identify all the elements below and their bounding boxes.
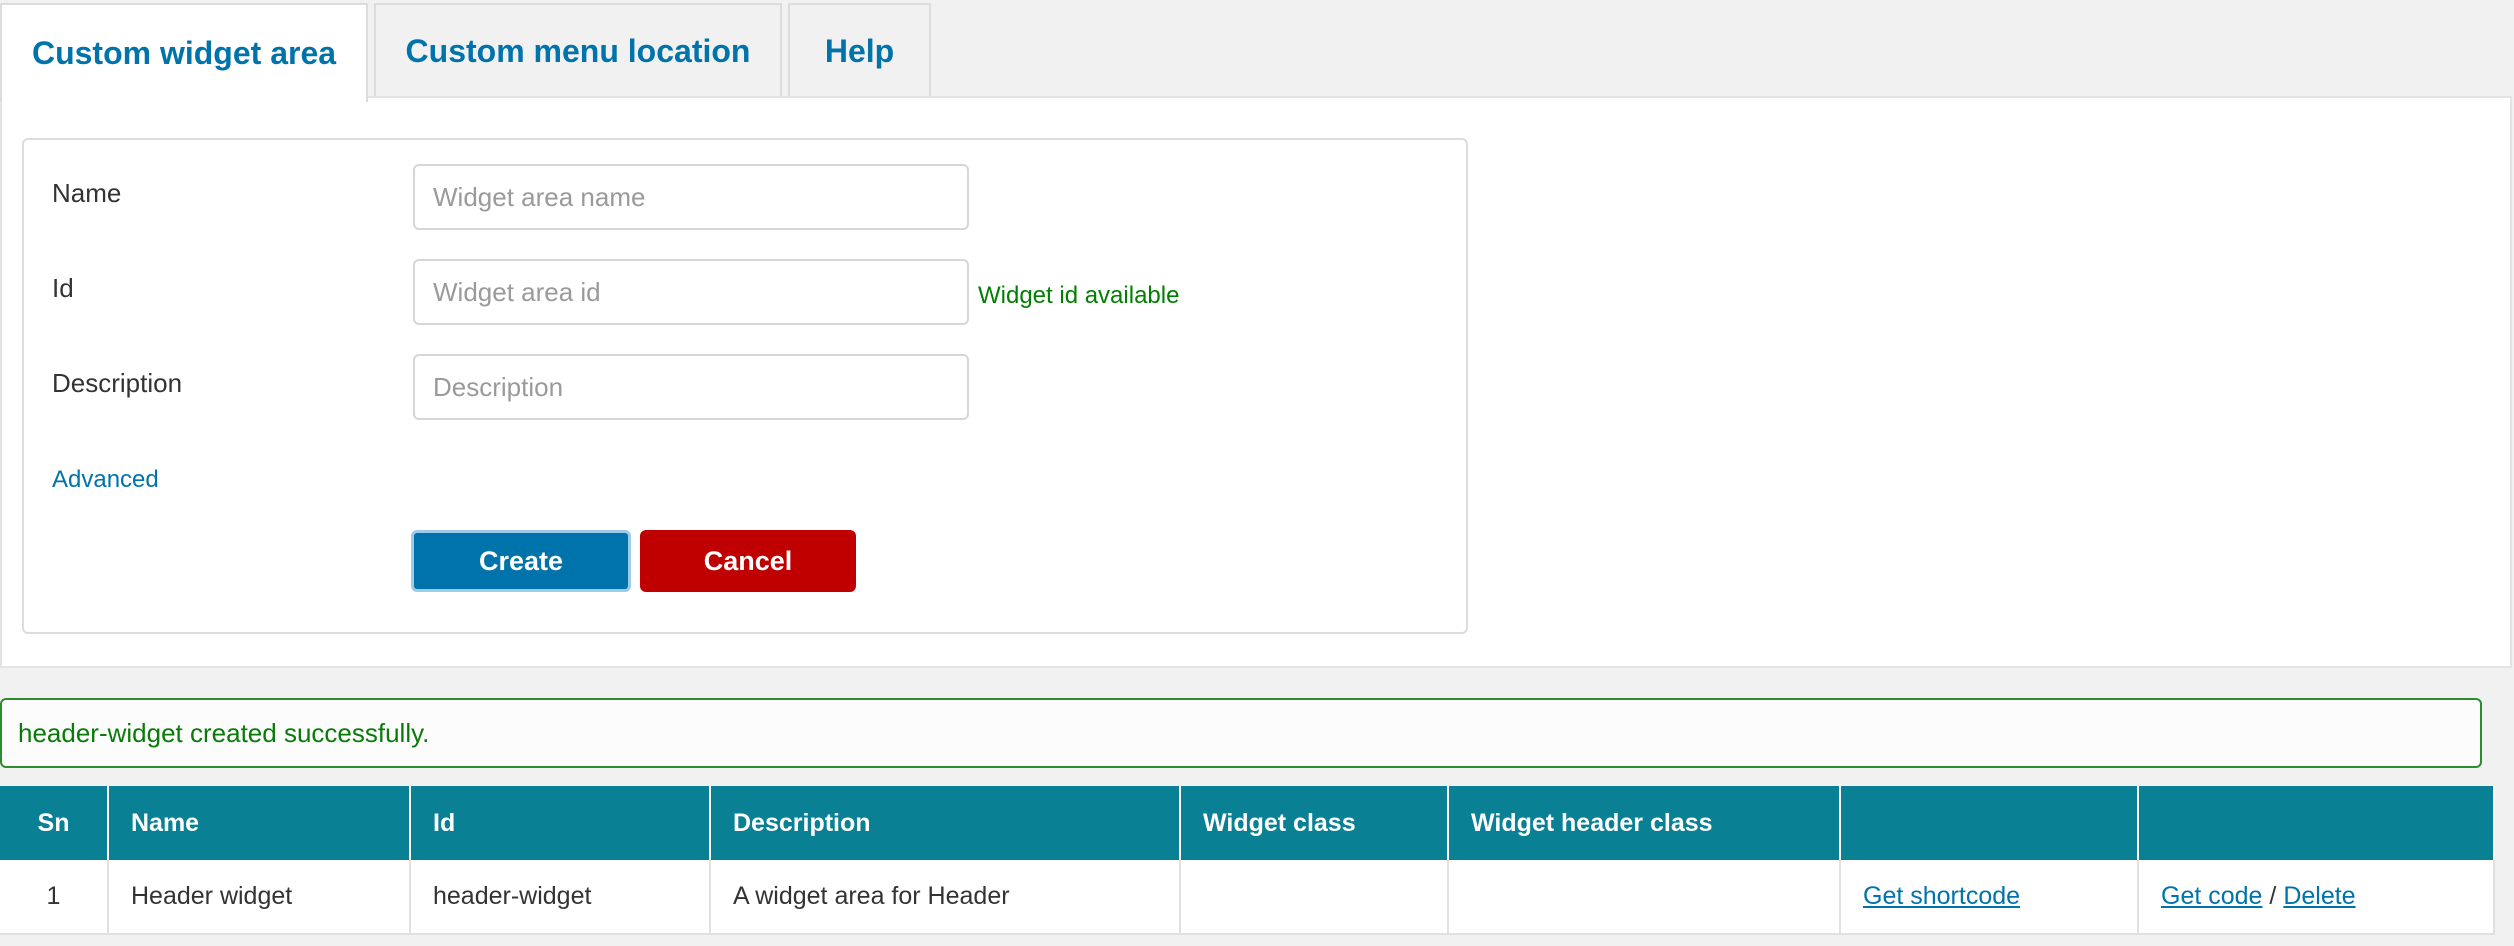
success-notice: header-widget created successfully. — [0, 698, 2482, 768]
column-header-description: Description — [710, 786, 1181, 860]
column-header-actions — [2138, 786, 2495, 860]
widget-area-form: Name Id Widget id available Description … — [22, 138, 1468, 634]
id-status-text: Widget id available — [978, 282, 1180, 309]
cell-name: Header widget — [108, 860, 411, 935]
tab-panel: Name Id Widget id available Description … — [0, 96, 2512, 668]
id-input[interactable] — [413, 259, 969, 325]
widget-areas-table: Sn Name Id Description Widget class Widg… — [0, 786, 2495, 935]
action-separator: / — [2269, 882, 2277, 910]
tab-custom-menu-location[interactable]: Custom menu location — [374, 3, 782, 98]
tab-custom-widget-area[interactable]: Custom widget area — [0, 3, 368, 102]
get-code-link[interactable]: Get code — [2161, 882, 2262, 910]
create-button[interactable]: Create — [411, 530, 631, 592]
column-header-widget-class: Widget class — [1180, 786, 1449, 860]
notice-text: header-widget created successfully. — [18, 717, 430, 748]
column-header-sn: Sn — [0, 786, 109, 860]
table-header-row: Sn Name Id Description Widget class Widg… — [0, 786, 2495, 860]
cell-id: header-widget — [410, 860, 711, 935]
cell-widget-class — [1180, 860, 1449, 935]
delete-link[interactable]: Delete — [2283, 882, 2355, 910]
cell-actions: Get code / Delete — [2138, 860, 2495, 935]
advanced-link[interactable]: Advanced — [52, 466, 159, 494]
description-label: Description — [52, 368, 183, 398]
cancel-button[interactable]: Cancel — [640, 530, 856, 592]
tab-help[interactable]: Help — [788, 3, 931, 98]
get-shortcode-link[interactable]: Get shortcode — [1863, 882, 2020, 910]
column-header-id: Id — [410, 786, 711, 860]
column-header-widget-header-class: Widget header class — [1448, 786, 1841, 860]
column-header-shortcode — [1840, 786, 2139, 860]
cell-sn: 1 — [0, 860, 109, 935]
description-input[interactable] — [413, 354, 969, 420]
cell-widget-header-class — [1448, 860, 1841, 935]
name-input[interactable] — [413, 164, 969, 230]
cell-description: A widget area for Header — [710, 860, 1181, 935]
column-header-name: Name — [108, 786, 411, 860]
cell-shortcode: Get shortcode — [1840, 860, 2139, 935]
table-row: 1 Header widget header-widget A widget a… — [0, 860, 2495, 935]
name-label: Name — [52, 178, 122, 208]
tab-bar: Custom widget area Custom menu location … — [0, 0, 2514, 102]
id-label: Id — [52, 273, 74, 303]
